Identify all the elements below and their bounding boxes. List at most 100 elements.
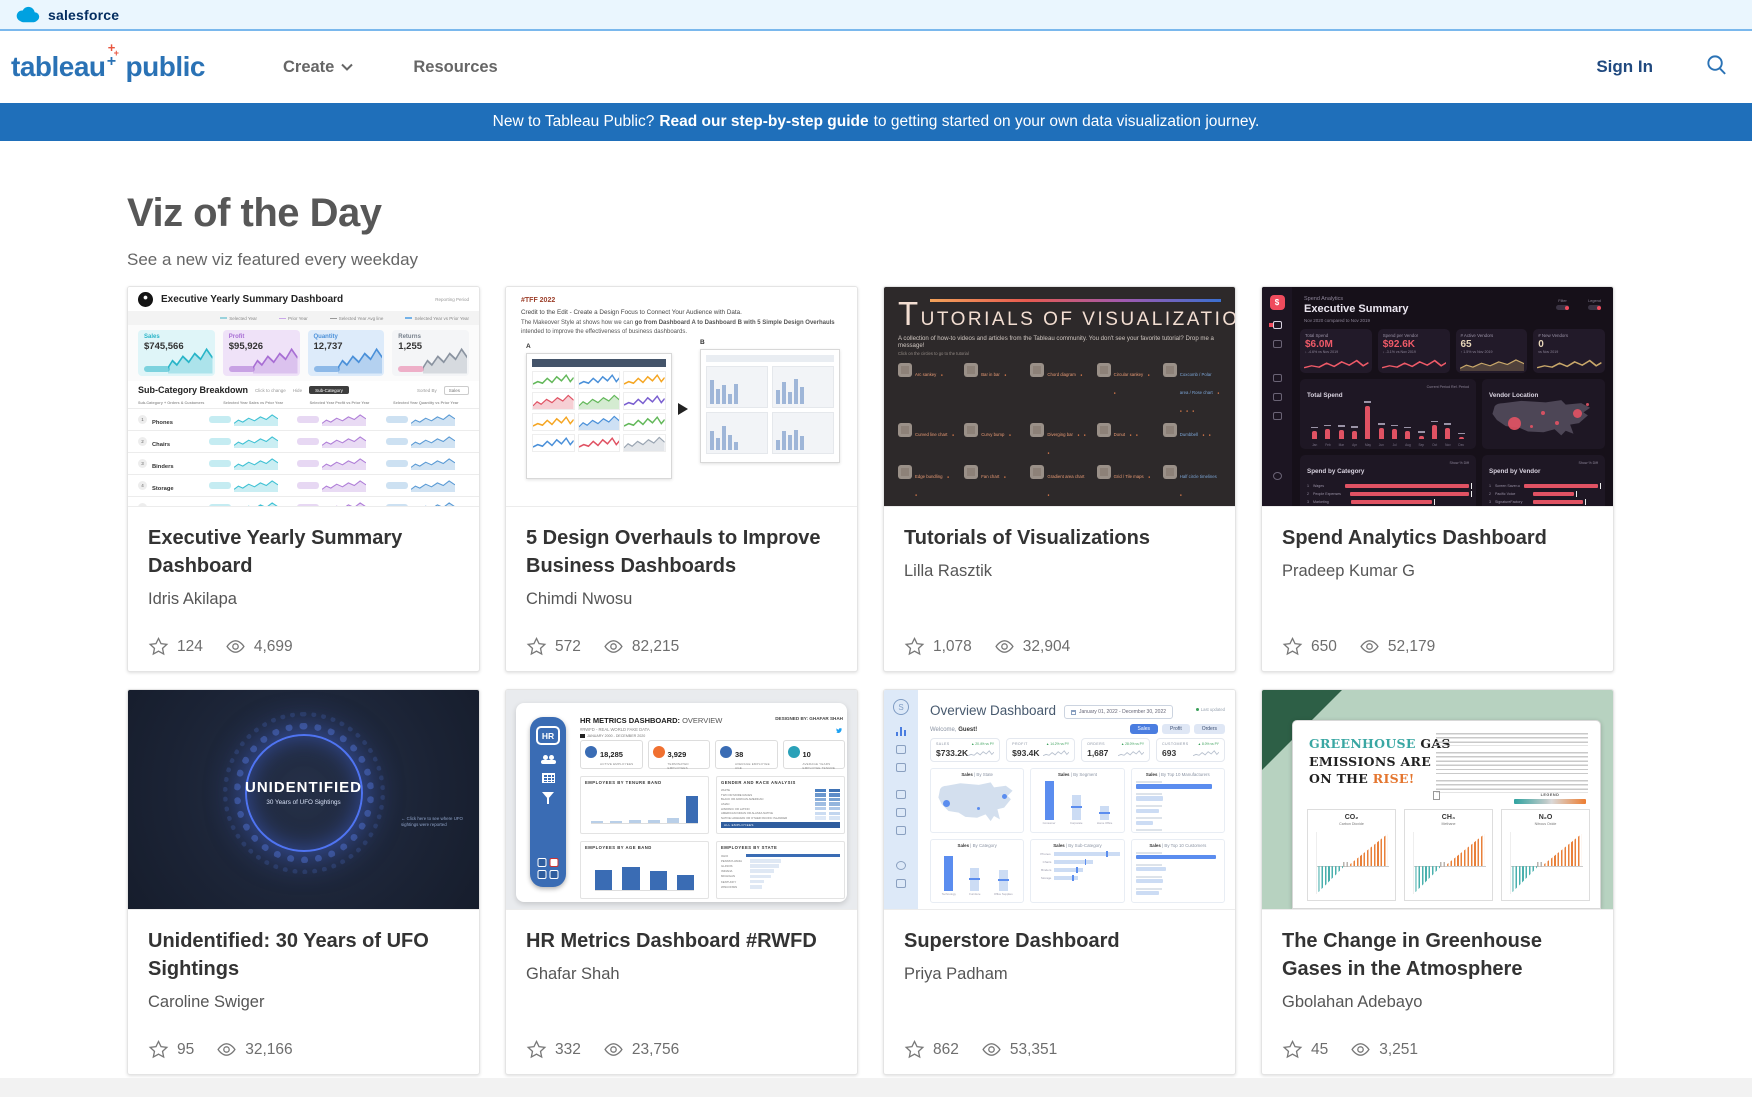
sparkline (411, 501, 455, 507)
viz-title[interactable]: HR Metrics Dashboard #RWFD (526, 927, 837, 955)
views-icon (994, 636, 1015, 657)
tutorial-tile: Fan chart ● (964, 465, 1022, 501)
viz-thumbnail[interactable]: Executive Yearly Summary Dashboard Repor… (128, 287, 479, 507)
star-icon[interactable] (1282, 1039, 1303, 1060)
card-stats: 862 53,351 (904, 1039, 1057, 1060)
banner-link[interactable]: Read our step-by-step guide (659, 113, 868, 131)
viz-author[interactable]: Ghafar Shah (526, 965, 837, 984)
viz-author[interactable]: Caroline Swiger (148, 993, 459, 1012)
viz-thumbnail[interactable]: $ Spend Analytics Executive Summary Nov … (1262, 287, 1613, 507)
gas-panels: CO₂ Carbon Dioxide CH₄ Methane (1307, 809, 1590, 901)
viz-card-spend-analytics[interactable]: $ Spend Analytics Executive Summary Nov … (1261, 286, 1614, 672)
views-icon (603, 636, 624, 657)
salesforce-cloud-icon (14, 6, 41, 24)
star-icon[interactable] (148, 1039, 169, 1060)
category-panel: Sales | By Category TechnologyFurnitureO… (930, 839, 1024, 904)
thumb-header: HR METRICS DASHBOARD: OVERVIEW #RWFD - R… (580, 716, 722, 738)
announcement-banner[interactable]: New to Tableau Public? Read our step-by-… (0, 103, 1752, 141)
sparkline (1460, 358, 1525, 371)
viz-card-hr-metrics[interactable]: HR HR METRICS DASHBOARD: OVERVIEW #RWFD … (505, 689, 858, 1075)
sparkline (1304, 358, 1369, 371)
viz-author[interactable]: Chimdi Nwosu (526, 590, 837, 609)
viz-thumbnail[interactable]: #TFF 2022 Credit to the Edit - Create a … (506, 287, 857, 507)
star-icon[interactable] (526, 636, 547, 657)
table-icon (542, 773, 555, 783)
hr-logo: HR (536, 726, 560, 745)
header-right: Sign In (1596, 53, 1728, 81)
tutorial-tile: Half circle timelines ● (1163, 465, 1221, 501)
main-nav: Create Resources (283, 58, 498, 77)
sparkline (234, 501, 278, 507)
views-count: 32,166 (245, 1041, 292, 1059)
waterfall-chart (1510, 832, 1583, 894)
viz-card-5-design-overhauls[interactable]: #TFF 2022 Credit to the Edit - Create a … (505, 286, 858, 672)
card-body: Superstore Dashboard Priya Padham (884, 910, 1235, 984)
star-icon[interactable] (148, 636, 169, 657)
search-button[interactable] (1705, 53, 1728, 81)
mini-area-chart (168, 345, 213, 374)
viz-title[interactable]: 5 Design Overhauls to Improve Business D… (526, 524, 837, 580)
sign-in-button[interactable]: Sign In (1596, 57, 1653, 77)
tableau-public-logo[interactable]: tableau + + + public (11, 51, 205, 83)
viz-card-superstore[interactable]: S Overview Dashboard January 01, 2022 - … (883, 689, 1236, 1075)
kpi-profit: Profit $95,926 (223, 330, 300, 376)
viz-thumbnail[interactable]: TUTORIALS OF VISUALIZATIONS A collection… (884, 287, 1235, 507)
share-icons (538, 858, 559, 879)
card-stats: 1,078 32,904 (904, 636, 1070, 657)
viz-author[interactable]: Idris Akilapa (148, 590, 459, 609)
thumb-credit: DESIGNED BY: GHAFAR SHAH (775, 716, 843, 739)
viz-title[interactable]: Tutorials of Visualizations (904, 524, 1215, 552)
gas-panels-row2: CFCsHCFCsHFCs (1307, 909, 1590, 910)
viz-author[interactable]: Lilla Rasztik (904, 562, 1215, 581)
viz-thumbnail[interactable]: GREENHOUSE GAS EMISSIONS ARE ON THE RISE… (1262, 690, 1613, 910)
thumb-intro: Credit to the Edit - Create a Design Foc… (521, 309, 831, 316)
star-icon[interactable] (904, 636, 925, 657)
viz-thumbnail[interactable]: HR HR METRICS DASHBOARD: OVERVIEW #RWFD … (506, 690, 857, 910)
thumb-title: GREENHOUSE GAS EMISSIONS ARE ON THE RISE… (1309, 735, 1451, 788)
viz-author[interactable]: Priya Padham (904, 965, 1215, 984)
viz-author[interactable]: Pradeep Kumar G (1282, 562, 1593, 581)
thumb-hint: Click on the circles to go to the tutori… (898, 351, 1221, 356)
mini-area-chart (338, 345, 383, 374)
waterfall-chart (1316, 832, 1389, 894)
banner-suffix: to getting started on your own data visu… (874, 113, 1260, 131)
tutorial-tile: Grid / Tile maps ● (1097, 465, 1155, 501)
tutorial-tile-icon (1097, 465, 1111, 479)
viz-author[interactable]: Gbolahan Adebayo (1282, 993, 1593, 1012)
star-icon[interactable] (1282, 636, 1303, 657)
salesforce-bar: salesforce (0, 0, 1752, 31)
tutorial-tile-icon (1163, 363, 1177, 377)
star-icon[interactable] (526, 1039, 547, 1060)
viz-card-tutorials-of-visualizations[interactable]: TUTORIALS OF VISUALIZATIONS A collection… (883, 286, 1236, 672)
viz-thumbnail[interactable]: S Overview Dashboard January 01, 2022 - … (884, 690, 1235, 910)
tutorial-tile: Bar in bar ● (964, 363, 1022, 417)
mini-area-chart (253, 345, 298, 374)
favorites-count: 95 (177, 1041, 194, 1059)
views-count: 53,351 (1010, 1041, 1057, 1059)
race-panel: GENDER AND RACE ANALYSIS WHITETWO OR MOR… (716, 776, 845, 834)
nav-create[interactable]: Create (283, 58, 353, 77)
views-icon (225, 636, 246, 657)
tutorial-tile-grid: Arc sankey ● Bar in bar ● Chord diagram (898, 363, 1221, 507)
viz-title[interactable]: Executive Yearly Summary Dashboard (148, 524, 459, 580)
table-row: 2 Chairs (128, 430, 479, 452)
state-panel: EMPLOYEES BY STATE OHIOPENNSYLVANIAILLIN… (716, 841, 845, 899)
viz-title[interactable]: Unidentified: 30 Years of UFO Sightings (148, 927, 459, 983)
logo-word-public: public (126, 51, 205, 83)
viz-card-greenhouse-gases[interactable]: GREENHOUSE GAS EMISSIONS ARE ON THE RISE… (1261, 689, 1614, 1075)
gas-panel: CH₄ Methane (1404, 809, 1493, 901)
star-icon[interactable] (904, 1039, 925, 1060)
sparkline (411, 457, 455, 470)
card-stats: 650 52,179 (1282, 636, 1435, 657)
vendor-location-panel: Vendor Location (1482, 379, 1605, 449)
viz-card-executive-yearly-summary[interactable]: Executive Yearly Summary Dashboard Repor… (127, 286, 480, 672)
viz-card-grid: Executive Yearly Summary Dashboard Repor… (127, 286, 1752, 1075)
viz-title[interactable]: Superstore Dashboard (904, 927, 1215, 955)
card-body: 5 Design Overhauls to Improve Business D… (506, 507, 857, 609)
viz-card-ufo-sightings[interactable]: UNIDENTIFIED 30 Years of UFO Sightings ←… (127, 689, 480, 1075)
viz-title[interactable]: Spend Analytics Dashboard (1282, 524, 1593, 552)
thumb-paragraphs (1436, 733, 1588, 799)
viz-thumbnail[interactable]: UNIDENTIFIED 30 Years of UFO Sightings ←… (128, 690, 479, 910)
viz-title[interactable]: The Change in Greenhouse Gases in the At… (1282, 927, 1593, 983)
nav-resources[interactable]: Resources (413, 58, 497, 77)
